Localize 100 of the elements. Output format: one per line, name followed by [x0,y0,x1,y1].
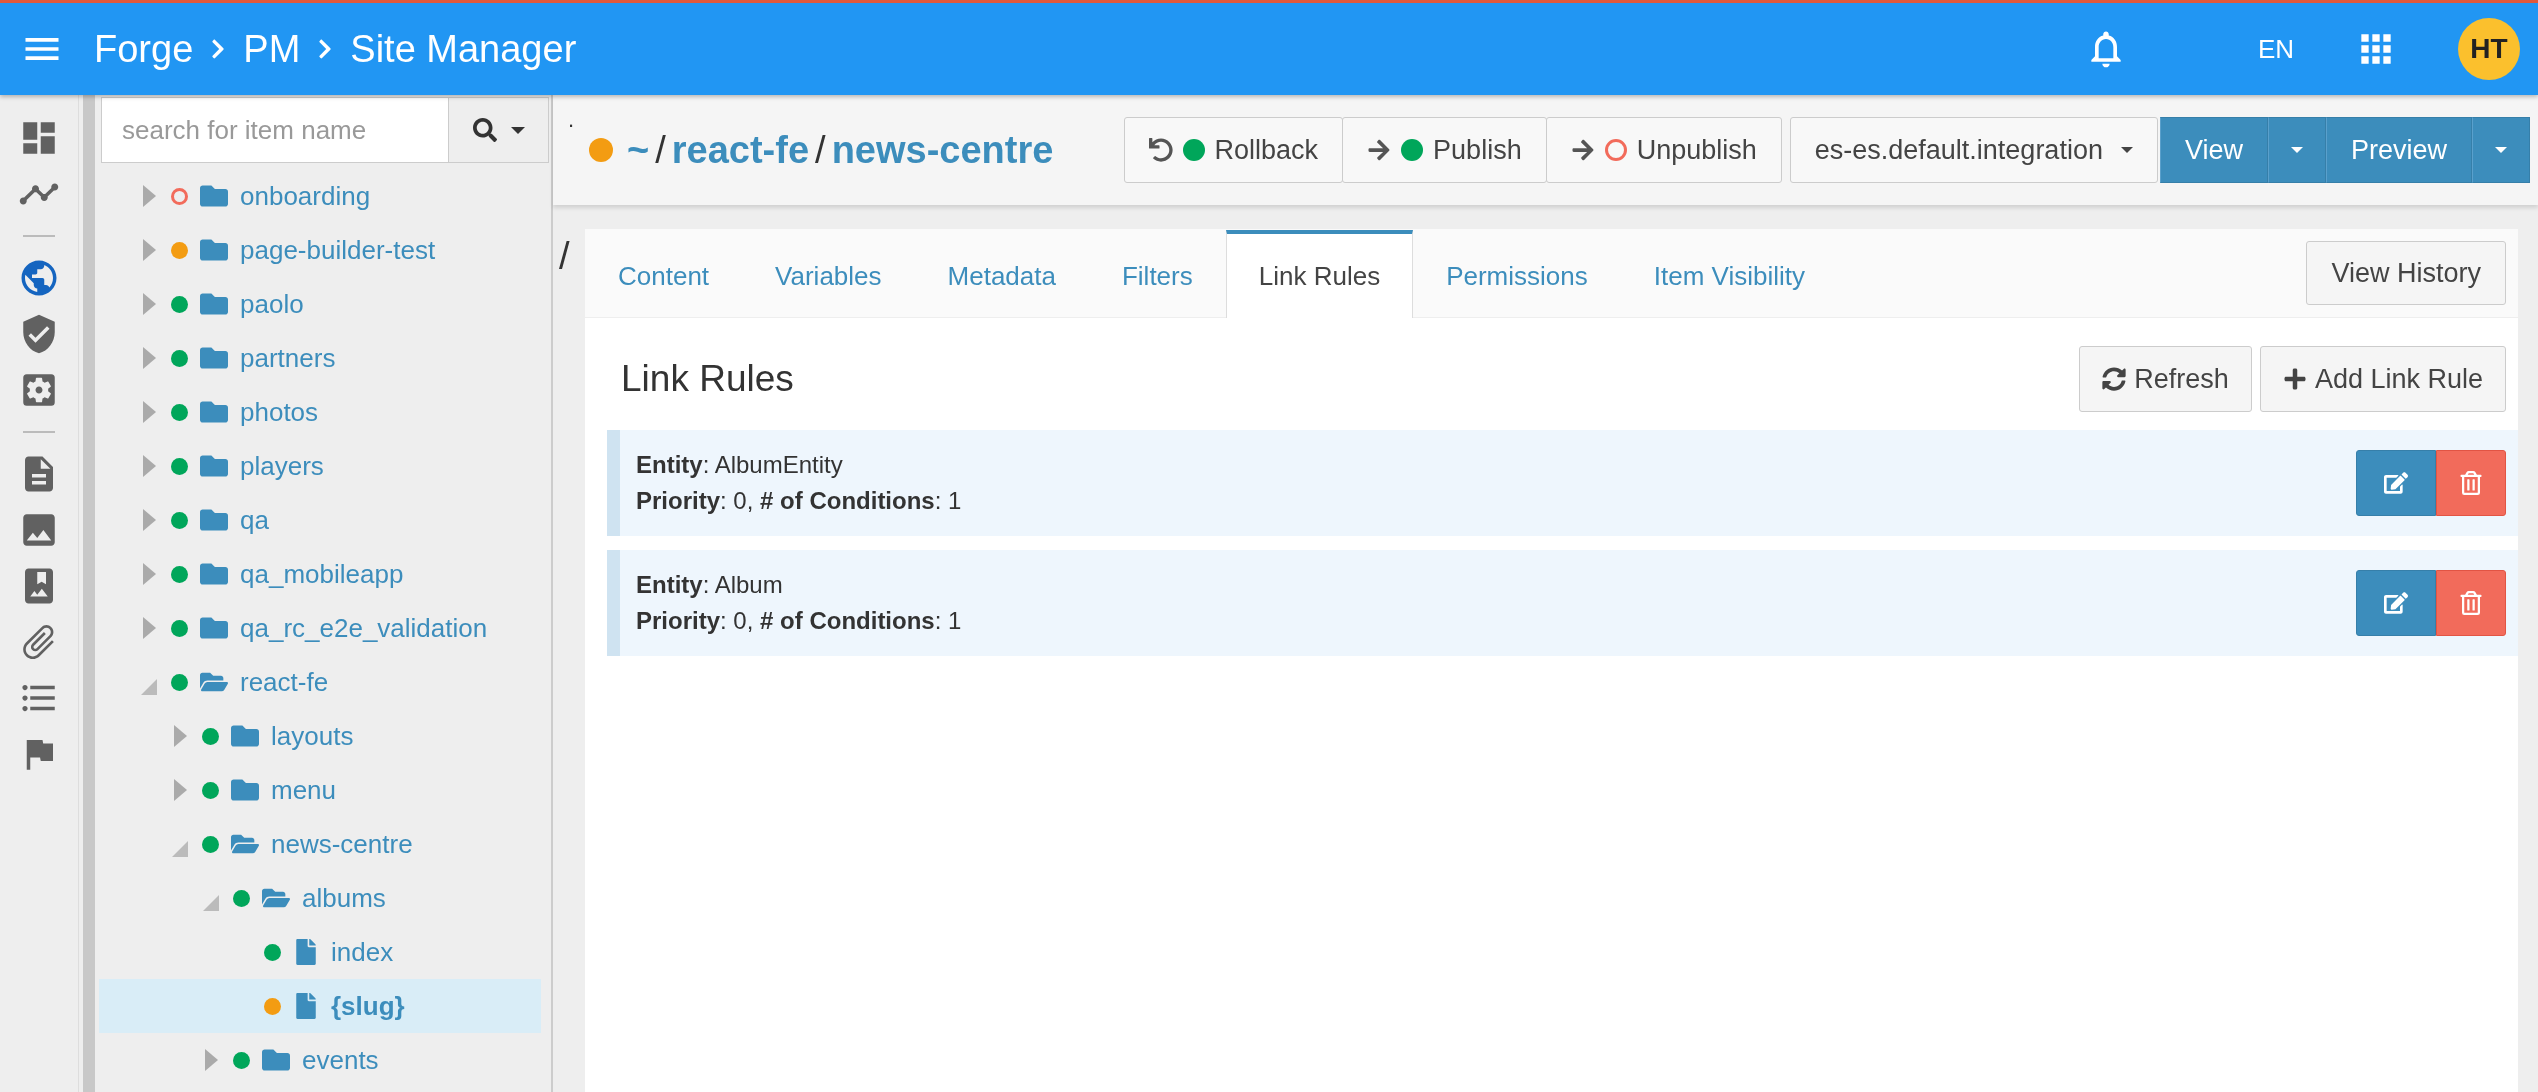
caret-down-icon [2120,147,2133,153]
collapse-arrow-icon[interactable] [141,679,157,695]
tree-item[interactable]: photos [99,385,541,439]
language-selector[interactable]: EN [2257,33,2294,65]
path-prefix: / [558,234,571,279]
caret-down-icon [510,126,525,134]
view-button[interactable]: View [2159,117,2268,183]
tree-item[interactable]: qa [99,493,541,547]
tree-item-label: qa [240,504,269,536]
expand-arrow-icon[interactable] [143,347,156,369]
tab[interactable]: Filters [1088,230,1226,318]
trash-icon [2459,471,2483,495]
tree-item[interactable]: paolo [99,277,541,331]
tree-item[interactable]: page-builder-test [99,223,541,277]
tree-item[interactable]: partners [99,331,541,385]
action-button[interactable]: Rollback [1123,117,1344,183]
collapse-arrow-icon[interactable] [203,895,219,911]
expand-arrow-icon[interactable] [205,1049,218,1071]
path-separator: / [655,128,666,172]
tree-item[interactable]: events [99,1033,541,1087]
preview-button[interactable]: Preview [2325,117,2472,183]
tree-item[interactable]: qa_rc_e2e_validation [99,601,541,655]
expand-arrow-icon[interactable] [143,185,156,207]
rule-details: Priority: 0, # of Conditions: 1 [636,607,962,635]
tree-item[interactable]: news-centre [99,817,541,871]
tab[interactable]: Variables [742,230,915,318]
expand-arrow-icon[interactable] [174,779,187,801]
tree-item[interactable]: menu [99,763,541,817]
tree-item[interactable]: layouts [99,709,541,763]
tree-item-label: page-builder-test [240,234,436,266]
tree-item-label: photos [240,396,319,428]
tree-item-label: react-fe [240,666,329,698]
expand-arrow-icon[interactable] [143,563,156,585]
file-icon [293,939,319,965]
breadcrumb-item[interactable]: Forge [94,27,194,71]
expand-arrow-icon[interactable] [143,509,156,531]
expand-arrow-icon[interactable] [143,401,156,423]
collapse-arrow-icon[interactable] [172,841,188,857]
user-avatar[interactable]: HT [2458,18,2520,80]
trash-icon [2459,591,2483,615]
expand-arrow-icon[interactable] [174,725,187,747]
tree-item-label: partners [240,342,336,374]
breadcrumb-item[interactable]: Site Manager [350,27,577,71]
tree-item-label: albums [302,882,386,914]
tab[interactable]: Metadata [914,230,1089,318]
view-dropdown-button[interactable] [2267,117,2326,183]
tree-item[interactable]: players [99,439,541,493]
tree-item-label: onboarding [240,180,371,212]
tree-item[interactable]: {slug} [99,979,541,1033]
tree-item[interactable]: onboarding [99,169,541,223]
tree-item-label: news-centre [271,828,413,860]
tab[interactable]: Permissions [1413,230,1621,318]
environment-dropdown[interactable]: es-es.default.integration [1789,117,2158,183]
arrow-right-icon [1367,138,1392,162]
path-link[interactable]: news-centre [831,128,1054,172]
action-button[interactable]: Unpublish [1545,117,1782,183]
rule-entity: Entity: Album [636,571,784,599]
rule-details: Priority: 0, # of Conditions: 1 [636,487,962,515]
file-icon [293,993,319,1019]
delete-button[interactable] [2436,450,2506,516]
tree-item-label: index [331,936,394,968]
path-link[interactable]: ~ [627,128,650,172]
tree-item-label: layouts [271,720,354,752]
path-separator: / [815,128,826,172]
breadcrumb-item[interactable]: PM [243,27,301,71]
path-link[interactable]: react-fe [671,128,810,172]
expand-arrow-icon[interactable] [143,455,156,477]
tree-item-label: qa_mobileapp [240,558,404,590]
tab[interactable]: Item Visibility [1620,230,1838,318]
tree-item[interactable]: qa_mobileapp [99,547,541,601]
caret-down-icon [2495,147,2507,153]
edit-button[interactable] [2356,570,2436,636]
tree-item[interactable]: albums [99,871,541,925]
preview-dropdown-button[interactable] [2472,117,2530,183]
rule-entity: Entity: AlbumEntity [636,451,844,479]
search-field[interactable]: search for item name [101,97,449,163]
section-title: Link Rules [621,358,794,400]
marker-text: . [566,107,576,133]
tree-item-label: events [302,1044,379,1076]
scrollbar[interactable] [83,95,95,1092]
expand-arrow-icon[interactable] [143,617,156,639]
edit-icon [2384,591,2408,615]
search-button[interactable] [449,97,549,163]
tree-item[interactable]: index [99,925,541,979]
view-history-button[interactable]: View History [2306,241,2506,305]
expand-arrow-icon[interactable] [143,293,156,315]
refresh-button[interactable]: Refresh [2079,346,2252,412]
add-link-rule-button[interactable]: Add Link Rule [2259,346,2506,412]
action-button[interactable]: Publish [1342,117,1547,183]
edit-icon [2384,471,2408,495]
tab[interactable]: Link Rules [1225,230,1414,318]
tree-item-label: players [240,450,324,482]
expand-arrow-icon[interactable] [143,239,156,261]
edit-button[interactable] [2356,450,2436,516]
search-icon [472,118,497,142]
tree-item[interactable]: react-fe [99,655,541,709]
delete-button[interactable] [2436,570,2506,636]
tab[interactable]: Content [585,230,743,318]
tree-item-label: qa_rc_e2e_validation [240,612,488,644]
caret-down-icon [2290,147,2303,153]
